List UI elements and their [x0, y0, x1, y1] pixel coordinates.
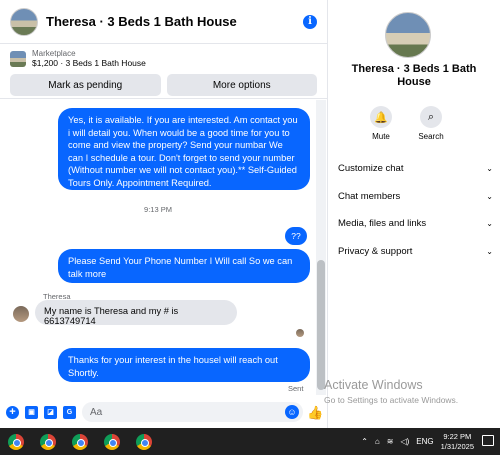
watermark-title: Activate Windows: [324, 378, 423, 392]
search-label: Search: [418, 132, 444, 141]
language-indicator[interactable]: ENG: [416, 437, 433, 446]
details-actions: 🔔 Mute ⌕ Search: [367, 106, 445, 141]
message-input[interactable]: Aa ☺: [82, 402, 303, 422]
menu-item-label: Media, files and links: [338, 218, 427, 230]
clock-time: 9:22 PM: [443, 431, 472, 441]
menu-item-label: Chat members: [338, 190, 401, 202]
chat-pane: Theresa · 3 Beds 1 Bath House i Marketpl…: [0, 0, 328, 428]
outgoing-message[interactable]: Thanks for your interest in the housel w…: [58, 348, 310, 382]
chevron-down-icon: ⌄: [486, 246, 493, 256]
message-input-placeholder: Aa: [90, 406, 103, 418]
menu-item-privacy-support[interactable]: Privacy & support ⌄: [338, 238, 493, 266]
chevron-down-icon: ⌄: [486, 219, 493, 229]
sender-avatar[interactable]: [13, 306, 29, 322]
chrome-icon[interactable]: [8, 433, 24, 450]
chevron-up-icon[interactable]: ⌃: [361, 437, 368, 446]
clock[interactable]: 9:22 PM 1/31/2025: [441, 432, 474, 452]
mute-label: Mute: [372, 132, 390, 141]
thumbs-up-icon[interactable]: 👍: [307, 406, 323, 419]
scroll-thumb[interactable]: [317, 260, 325, 390]
seen-avatar-icon: [296, 329, 304, 337]
search-button[interactable]: ⌕ Search: [417, 106, 445, 141]
chevron-down-icon: ⌄: [486, 191, 493, 201]
activate-windows-watermark: Activate Windows Go to Settings to activ…: [324, 378, 458, 405]
details-avatar[interactable]: [385, 12, 431, 58]
wifi-icon[interactable]: ≋: [387, 437, 394, 446]
details-menu: Customize chat ⌄ Chat members ⌄ Media, f…: [338, 155, 493, 265]
message-timestamp: 9:13 PM: [144, 205, 172, 214]
system-tray: ⌃ ⌂ ≋ ◁) ENG 9:22 PM 1/31/2025: [361, 428, 474, 455]
bell-icon[interactable]: 🔔: [370, 106, 392, 128]
app-root: Theresa · 3 Beds 1 Bath House i Marketpl…: [0, 0, 500, 455]
taskbar: ⌃ ⌂ ≋ ◁) ENG 9:22 PM 1/31/2025: [0, 428, 500, 455]
watermark-subtitle: Go to Settings to activate Windows.: [324, 395, 459, 405]
chat-header: Theresa · 3 Beds 1 Bath House i: [0, 0, 327, 44]
emoji-icon[interactable]: ☺: [285, 405, 299, 419]
marketplace-banner: Marketplace $1,200 · 3 Beds 1 Bath House…: [0, 44, 327, 99]
details-title: Theresa · 3 Beds 1 Bath House: [351, 63, 477, 88]
message-status: Sent: [288, 384, 304, 393]
photo-icon[interactable]: ▣: [25, 405, 38, 419]
chrome-icon[interactable]: [136, 433, 152, 450]
outgoing-message[interactable]: ??: [285, 227, 307, 245]
message-list: Yes, it is available. If you are interes…: [0, 100, 316, 395]
outgoing-message[interactable]: Yes, it is available. If you are interes…: [58, 108, 310, 190]
chrome-icon[interactable]: [40, 433, 56, 450]
listing-title[interactable]: $1,200 · 3 Beds 1 Bath House: [32, 58, 146, 68]
mute-button[interactable]: 🔔 Mute: [367, 106, 395, 141]
chat-avatar[interactable]: [10, 7, 38, 36]
notification-icon[interactable]: [482, 435, 494, 446]
plus-icon[interactable]: +: [6, 405, 19, 419]
sticker-icon[interactable]: ◪: [44, 405, 57, 419]
clock-date: 1/31/2025: [440, 441, 474, 451]
incoming-message[interactable]: My name is Theresa and my # is 661374971…: [35, 300, 237, 326]
info-icon[interactable]: i: [303, 14, 317, 29]
more-options-button[interactable]: More options: [166, 74, 317, 96]
menu-item-label: Customize chat: [338, 163, 404, 175]
marketplace-label: Marketplace: [32, 49, 76, 58]
menu-item-customize-chat[interactable]: Customize chat ⌄: [338, 155, 493, 183]
menu-item-media-files-links[interactable]: Media, files and links ⌄: [338, 210, 493, 238]
menu-item-chat-members[interactable]: Chat members ⌄: [338, 183, 493, 211]
outgoing-message[interactable]: Please Send Your Phone Number I Will cal…: [58, 249, 310, 283]
chevron-down-icon: ⌄: [486, 164, 493, 174]
volume-icon[interactable]: ◁): [400, 437, 409, 446]
composer: + ▣ ◪ G Aa ☺ 👍: [0, 398, 328, 426]
scrollbar[interactable]: [316, 100, 326, 395]
network-icon[interactable]: ⌂: [375, 437, 380, 446]
search-icon[interactable]: ⌕: [420, 106, 442, 128]
menu-item-label: Privacy & support: [338, 245, 413, 257]
mark-as-pending-button[interactable]: Mark as pending: [10, 74, 161, 96]
chrome-icon[interactable]: [72, 433, 88, 450]
details-pane: Theresa · 3 Beds 1 Bath House 🔔 Mute ⌕ S…: [329, 0, 500, 428]
chat-title[interactable]: Theresa · 3 Beds 1 Bath House: [46, 14, 303, 29]
listing-thumbnail[interactable]: [10, 50, 26, 67]
chrome-icon[interactable]: [104, 433, 120, 450]
gif-icon[interactable]: G: [63, 405, 76, 419]
